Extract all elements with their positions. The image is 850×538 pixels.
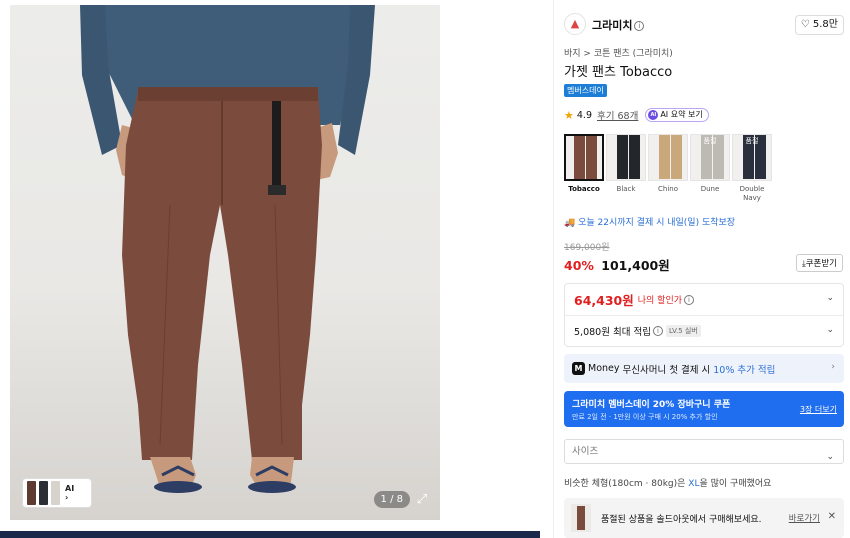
product-info-panel: ▲ 그라미치 i ♡ 5.8만 바지 > 코튼 팬츠 (그라미치) 가젯 팬츠 T… [553,0,850,538]
ai-summary-button[interactable]: AI AI 요약 보기 [645,108,709,122]
info-icon[interactable]: i [684,294,695,305]
product-image-gallery[interactable]: AI › 1 / 8 ⤢ [10,5,440,520]
swatch-image: 품절 [732,134,772,181]
color-swatches: Tobacco Black Chino 품절 Dune 품절 Double Na… [564,134,772,203]
original-price: 169,000원 [564,243,610,253]
info-icon[interactable]: i [652,326,663,336]
my-price-row[interactable]: 64,430원 나의 할인가 i ⌄ [565,284,843,315]
swatch-image [606,134,646,181]
soldout-tag: 품절 [703,137,717,145]
my-price: 64,430원 [574,293,634,308]
chevron-down-icon: ⌄ [826,452,834,462]
size-select[interactable]: 사이즈 ⌄ [564,439,844,464]
musinsa-money-banner[interactable]: M Money 무신사머니 첫 결제 시 10% 추가 적립 › [564,354,844,383]
review-link[interactable]: 후기 68개 [597,108,638,122]
soldout-text: 품절된 상품을 솔드아웃에서 구매해보세요. [601,514,762,525]
soldout-tag: 품절 [745,137,759,145]
brand-name[interactable]: 그라미치 i [592,17,645,33]
chevron-down-icon: ⌄ [826,293,834,303]
product-title: 가젯 팬츠 Tobacco [564,65,673,80]
swatch-tobacco[interactable]: Tobacco [564,134,604,203]
bottom-banner-strip [0,531,540,538]
money-icon: M [572,362,585,375]
brand-logo[interactable]: ▲ [564,13,586,35]
recommended-size: XL [688,479,700,489]
points-text: 5,080원 최대 적립 [574,327,651,338]
swatch-label: Black [616,185,636,193]
expand-icon[interactable]: ⤢ [414,492,430,508]
rating-row: ★ 4.9 후기 68개 AI AI 요약 보기 [564,108,709,122]
members-day-coupon-banner[interactable]: 그라미치 멤버스데이 20% 장바구니 쿠폰 만료 2일 전 · 1만원 이상 … [564,391,844,427]
soldout-go-link[interactable]: 바로가기 [789,512,820,524]
money-highlight: 10% 추가 적립 [713,364,776,376]
coupon-more-link[interactable]: 3장 더보기 [800,404,837,415]
my-price-label: 나의 할인가 [637,296,683,306]
heart-icon: ♡ [800,19,810,30]
sale-price: 101,400원 [601,258,670,273]
swatch-double-navy[interactable]: 품절 Double Navy [732,134,772,203]
coupon-download-button[interactable]: ⤓쿠폰받기 [795,254,843,272]
close-icon[interactable]: ✕ [828,511,836,522]
price-detail-box: 64,430원 나의 할인가 i ⌄ 5,080원 최대 적립 i LV.5 실… [564,283,844,347]
swatch-label: Tobacco [568,185,600,193]
swatch-image [648,134,688,181]
thumb-image [51,481,60,505]
delivery-guarantee: 🚚 오늘 22시까지 결제 시 내일(일) 도착보장 [564,218,736,228]
soldout-thumbnail [571,504,591,532]
right-sandal [248,481,296,493]
sale-price-row: 40% 101,400원 [564,255,670,274]
swatch-image: 품절 [690,134,730,181]
brand-row: ▲ 그라미치 i ♡ 5.8만 [564,13,844,37]
size-placeholder: 사이즈 [572,446,599,457]
coupon-title: 그라미치 멤버스데이 20% 장바구니 쿠폰 [572,400,731,410]
members-day-badge: 멤버스데이 [564,84,607,97]
similar-body-recommendation: 비슷한 체형(180cm · 80kg)은 XL을 많이 구매했어요 [564,479,772,489]
product-photo [80,5,375,493]
swatch-dune[interactable]: 품절 Dune [690,134,730,203]
coupon-subtitle: 만료 2일 전 · 1만원 이상 구매 시 20% 추가 할인 [572,413,718,421]
star-icon: ★ [564,108,574,122]
points-row[interactable]: 5,080원 최대 적립 i LV.5 실버 ⌄ [565,315,843,346]
rating-value: 4.9 [576,109,592,121]
swatch-chino[interactable]: Chino [648,134,688,203]
image-counter: 1 / 8 [373,491,410,508]
ai-thumbnail-button[interactable]: AI › [22,478,92,508]
product-page: AI › 1 / 8 ⤢ ▲ 그라미치 i ♡ 5.8만 바지 > 코튼 팬츠 (그… [0,0,850,538]
swatch-label: Dune [700,185,720,193]
money-prefix: Money [588,363,620,374]
swatch-label: Chino [658,185,678,193]
thumb-image [39,481,48,505]
swatch-image [564,134,604,181]
left-sandal [154,481,202,493]
like-button[interactable]: ♡ 5.8만 [794,15,844,35]
thumb-image [27,481,36,505]
breadcrumb[interactable]: 바지 > 코튼 팬츠 (그라미치) [564,46,673,59]
ai-icon: AI [648,110,659,120]
soldout-banner: 품절된 상품을 솔드아웃에서 구매해보세요. 바로가기 ✕ [564,498,844,538]
like-count: 5.8만 [812,19,838,30]
swatch-label: Double Navy [739,185,765,202]
member-level-badge: LV.5 실버 [665,325,701,337]
chevron-right-icon: › [831,362,835,372]
truck-icon: 🚚 [564,218,576,228]
swatch-black[interactable]: Black [606,134,646,203]
ai-label: AI › [65,484,75,502]
discount-rate: 40% [564,258,594,273]
ai-summary-label: AI 요약 보기 [660,110,703,119]
info-icon[interactable]: i [634,21,645,31]
chevron-down-icon: ⌄ [826,325,834,335]
money-text: 무신사머니 첫 결제 시 [622,364,711,376]
